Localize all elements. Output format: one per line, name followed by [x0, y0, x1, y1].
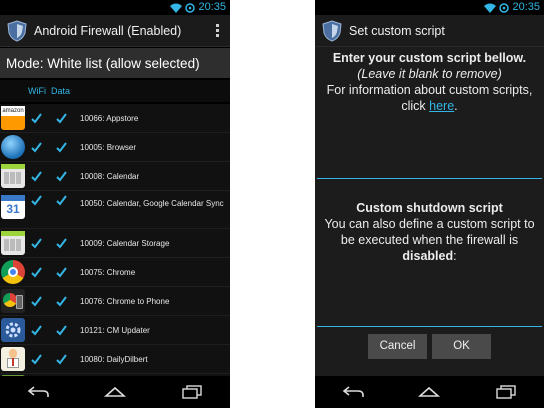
appstore-icon: amazon [1, 106, 25, 130]
app-list[interactable]: amazon 10066: Appstore 10005: Browser 10… [0, 104, 230, 376]
page-title: Android Firewall (Enabled) [34, 23, 182, 38]
custom-script-dialog: Enter your custom script bellow. (Leave … [315, 47, 544, 376]
data-checkbox[interactable] [56, 238, 67, 249]
app-label: 10008: Calendar [80, 172, 140, 181]
wifi-checkbox[interactable] [31, 296, 42, 307]
calendar-storage-icon [1, 231, 25, 255]
wifi-column-header: WiFi [28, 86, 46, 96]
startup-instructions: Enter your custom script bellow. (Leave … [319, 50, 540, 114]
mode-selector[interactable]: Mode: White list (allow selected) [0, 48, 230, 78]
firewall-screen: 20:35 Android Firewall (Enabled) Mode: W… [0, 0, 230, 408]
status-bar: 20:35 [315, 0, 544, 15]
nav-bar [0, 376, 230, 408]
chrome-to-phone-icon [1, 289, 25, 313]
shutdown-text-suffix: : [453, 249, 457, 263]
wifi-checkbox[interactable] [31, 195, 42, 206]
home-icon[interactable] [100, 383, 130, 401]
wifi-checkbox[interactable] [31, 171, 42, 182]
overflow-menu-icon[interactable] [214, 24, 220, 37]
data-checkbox[interactable] [56, 171, 67, 182]
dialog-buttons: Cancel OK [315, 329, 544, 363]
dialog-title: Set custom script [349, 23, 445, 38]
cm-updater-icon [1, 318, 25, 342]
shutdown-text-prefix: You can also define a custom script to b… [324, 217, 535, 247]
wifi-signal-icon [484, 3, 497, 13]
browser-icon [1, 135, 25, 159]
sync-icon [185, 2, 196, 13]
wifi-checkbox[interactable] [31, 325, 42, 336]
data-checkbox[interactable] [56, 325, 67, 336]
firewall-shield-icon [322, 19, 342, 42]
shutdown-heading: Custom shutdown script [356, 201, 503, 215]
dailydilbert-icon [1, 347, 25, 371]
app-label: 10075: Chrome [80, 268, 136, 277]
app-row[interactable]: 31 10050: Calendar, Google Calendar Sync [0, 191, 230, 229]
data-column-header: Data [51, 86, 71, 96]
status-time: 20:35 [198, 1, 226, 13]
help-link[interactable]: here [429, 99, 454, 113]
startup-script-input[interactable] [317, 171, 542, 179]
mode-label: Mode: White list (allow selected) [6, 55, 200, 71]
recent-apps-icon[interactable] [491, 383, 521, 401]
app-label: 10121: CM Updater [80, 326, 150, 335]
firewall-shield-icon [7, 19, 27, 42]
data-checkbox[interactable] [56, 195, 67, 206]
app-row[interactable]: amazon 10066: Appstore [0, 104, 230, 133]
wifi-checkbox[interactable] [31, 238, 42, 249]
status-bar: 20:35 [0, 0, 230, 15]
data-checkbox[interactable] [56, 113, 67, 124]
app-label: 10080: DailyDilbert [80, 355, 148, 364]
nav-bar [315, 376, 544, 408]
column-headers: WiFi Data [0, 80, 230, 102]
wifi-checkbox[interactable] [31, 142, 42, 153]
shutdown-script-input[interactable] [317, 319, 542, 327]
shutdown-text: You can also define a custom script to b… [319, 216, 540, 264]
recent-apps-icon[interactable] [177, 383, 207, 401]
action-bar: Android Firewall (Enabled) [0, 15, 230, 47]
data-checkbox[interactable] [56, 142, 67, 153]
wifi-checkbox[interactable] [31, 113, 42, 124]
app-label: 10076: Chrome to Phone [80, 297, 170, 306]
home-icon[interactable] [414, 383, 444, 401]
calendar-icon [1, 164, 25, 188]
wifi-signal-icon [170, 3, 183, 13]
app-row[interactable]: 10009: Calendar Storage [0, 229, 230, 258]
app-row[interactable]: 10080: DailyDilbert [0, 345, 230, 374]
dialog-title-bar: Set custom script [315, 15, 544, 47]
app-label: 10066: Appstore [80, 114, 139, 123]
app-row[interactable]: 10005: Browser [0, 133, 230, 162]
data-checkbox[interactable] [56, 267, 67, 278]
app-row[interactable]: 10076: Chrome to Phone [0, 287, 230, 316]
app-label: 10050: Calendar, Google Calendar Sync [80, 199, 224, 208]
app-label: 10005: Browser [80, 143, 137, 152]
data-checkbox[interactable] [56, 296, 67, 307]
app-row[interactable]: 10121: CM Updater [0, 316, 230, 345]
startup-hint: (Leave it blank to remove) [357, 67, 502, 81]
shutdown-text-bold: disabled [402, 249, 454, 263]
chrome-icon [1, 260, 25, 284]
ok-button[interactable]: OK [432, 333, 491, 359]
calendar-31-icon: 31 [1, 195, 25, 219]
info-text: For information about custom scripts, cl… [319, 82, 540, 114]
startup-heading: Enter your custom script bellow. [332, 51, 527, 65]
wifi-checkbox[interactable] [31, 267, 42, 278]
wifi-checkbox[interactable] [31, 354, 42, 365]
back-icon[interactable] [23, 383, 53, 401]
app-label: 10009: Calendar Storage [80, 239, 170, 248]
cancel-button[interactable]: Cancel [368, 333, 427, 359]
shutdown-instructions: Custom shutdown script You can also defi… [319, 200, 540, 264]
app-row[interactable]: 10075: Chrome [0, 258, 230, 287]
custom-script-screen: 20:35 Set custom script Enter your custo… [315, 0, 544, 408]
data-checkbox[interactable] [56, 354, 67, 365]
back-icon[interactable] [338, 383, 368, 401]
status-time: 20:35 [512, 1, 540, 13]
app-row[interactable]: 10008: Calendar [0, 162, 230, 191]
sync-icon [499, 2, 510, 13]
info-text-suffix: . [454, 99, 458, 113]
